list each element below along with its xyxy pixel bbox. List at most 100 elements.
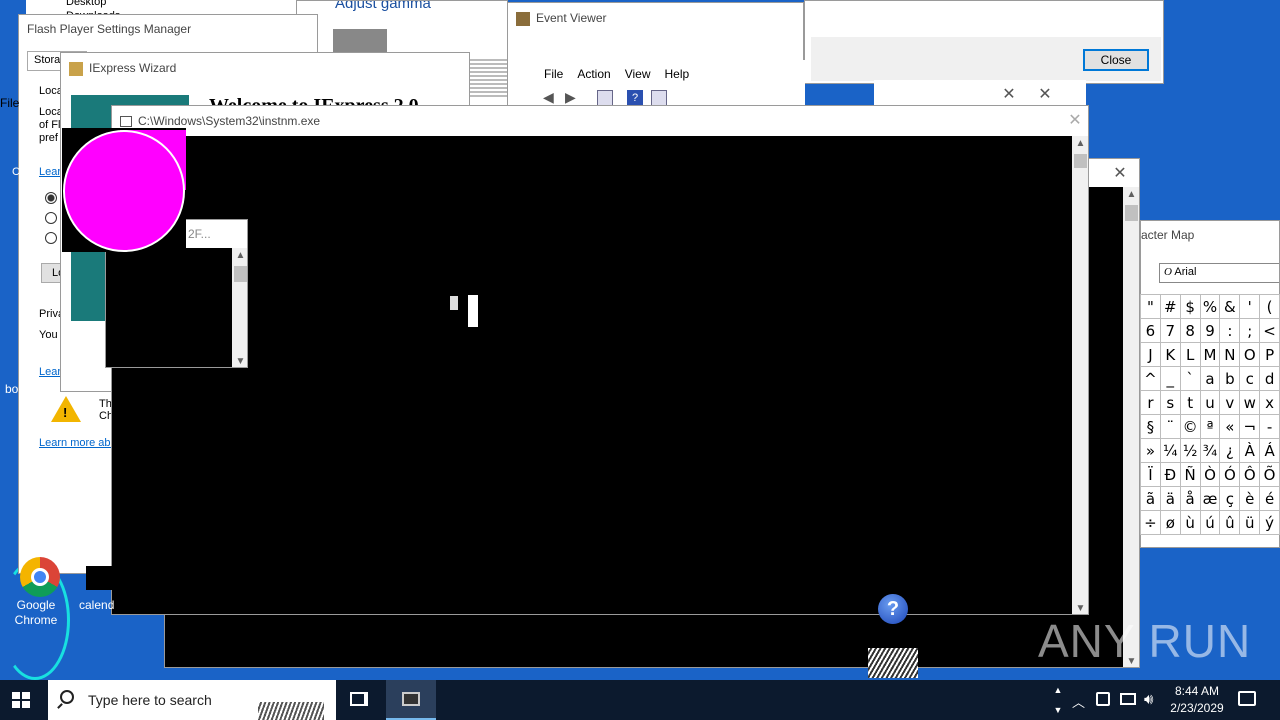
close-icon[interactable]: ✕ <box>1105 159 1135 189</box>
start-windows-icon[interactable] <box>12 692 30 708</box>
char-cell[interactable]: # <box>1159 294 1181 319</box>
console-tree-icon[interactable] <box>597 90 613 106</box>
char-cell[interactable]: Ï <box>1140 462 1161 487</box>
task-view-icon[interactable] <box>350 692 368 706</box>
taskbar-app-active[interactable] <box>386 680 436 720</box>
char-cell[interactable]: û <box>1219 510 1241 535</box>
char-cell[interactable]: ú <box>1199 510 1221 535</box>
char-cell[interactable]: ¾ <box>1199 438 1221 463</box>
char-cell[interactable]: è <box>1239 486 1261 511</box>
learn-more-link[interactable]: Learn more abo <box>39 437 117 449</box>
char-cell[interactable]: å <box>1179 486 1201 511</box>
char-cell[interactable]: " <box>1140 294 1161 319</box>
scroll-thumb[interactable] <box>1125 205 1138 221</box>
char-cell[interactable]: $ <box>1179 294 1201 319</box>
char-cell[interactable]: : <box>1219 318 1241 343</box>
background-console-scrollbar[interactable]: ▲ ▼ <box>1123 187 1139 667</box>
instnm-scrollbar[interactable]: ▲ ▼ <box>1072 136 1088 614</box>
taskbar-scroll[interactable]: ▲ ▼ <box>1050 680 1066 720</box>
char-cell[interactable]: ¨ <box>1159 414 1181 439</box>
char-cell[interactable]: ½ <box>1179 438 1201 463</box>
char-cell[interactable]: é <box>1259 486 1280 511</box>
char-cell[interactable]: ç <box>1219 486 1241 511</box>
char-cell[interactable]: 6 <box>1140 318 1161 343</box>
char-cell[interactable]: u <box>1199 390 1221 415</box>
char-cell[interactable]: « <box>1219 414 1241 439</box>
char-cell[interactable]: J <box>1140 342 1161 367</box>
clock-date[interactable]: 2/23/2029 <box>1164 701 1230 715</box>
char-cell[interactable]: x <box>1259 390 1280 415</box>
char-cell[interactable]: _ <box>1159 366 1181 391</box>
char-cell[interactable]: » <box>1140 438 1161 463</box>
menu-file[interactable]: File <box>537 64 570 84</box>
properties-icon[interactable] <box>651 90 667 106</box>
scroll-up-icon[interactable]: ▲ <box>1123 189 1139 200</box>
char-cell[interactable]: v <box>1219 390 1241 415</box>
char-cell[interactable]: b <box>1219 366 1241 391</box>
char-cell[interactable]: 7 <box>1159 318 1181 343</box>
radio[interactable] <box>45 232 57 244</box>
char-cell[interactable]: P <box>1259 342 1280 367</box>
chevron-up-icon[interactable]: ︿ <box>1072 692 1085 711</box>
char-cell[interactable]: t <box>1179 390 1201 415</box>
help-icon[interactable]: ? <box>627 90 643 106</box>
char-cell[interactable]: ü <box>1239 510 1261 535</box>
char-cell[interactable]: ø <box>1159 510 1181 535</box>
radio-selected[interactable] <box>45 192 57 204</box>
char-cell[interactable]: ( <box>1259 294 1280 319</box>
desktop-icon-label[interactable]: Google Chrome <box>10 598 62 628</box>
char-cell[interactable]: M <box>1199 342 1221 367</box>
scroll-up-icon[interactable]: ▲ <box>232 250 247 261</box>
char-cell[interactable]: c <box>1239 366 1261 391</box>
char-cell[interactable]: Ñ <box>1179 462 1201 487</box>
char-cell[interactable]: Ð <box>1159 462 1181 487</box>
char-cell[interactable]: 9 <box>1199 318 1221 343</box>
char-cell[interactable]: Ó <box>1219 462 1241 487</box>
volume-icon[interactable]: 🔊︎ <box>1144 690 1153 708</box>
close-icon[interactable]: ✕ <box>1060 106 1088 136</box>
scroll-thumb[interactable] <box>234 266 247 282</box>
calendar-icon[interactable] <box>86 566 112 590</box>
char-cell[interactable]: s <box>1159 390 1181 415</box>
char-cell[interactable]: N <box>1219 342 1241 367</box>
char-cell[interactable]: - <box>1259 414 1280 439</box>
explorer-item[interactable]: Desktop <box>66 0 106 8</box>
char-cell[interactable]: æ <box>1199 486 1221 511</box>
desktop-icon-label[interactable]: calend <box>79 598 114 612</box>
close-button[interactable]: Close <box>1083 49 1149 71</box>
char-cell[interactable]: ù <box>1179 510 1201 535</box>
char-cell[interactable]: ^ <box>1140 366 1161 391</box>
clock-time[interactable]: 8:44 AM <box>1168 684 1226 698</box>
scroll-thumb[interactable] <box>1074 154 1087 168</box>
back-arrow-icon[interactable]: ◀ <box>543 90 559 104</box>
char-cell[interactable]: ÷ <box>1140 510 1161 535</box>
char-cell[interactable]: a <box>1199 366 1221 391</box>
char-cell[interactable]: Õ <box>1259 462 1280 487</box>
char-cell[interactable]: ã <box>1140 486 1161 511</box>
forward-arrow-icon[interactable]: ▶ <box>565 90 581 104</box>
scroll-up-icon[interactable]: ▲ <box>1072 138 1088 149</box>
char-cell[interactable]: Ô <box>1239 462 1261 487</box>
char-cell[interactable]: ' <box>1239 294 1261 319</box>
scroll-down-icon[interactable]: ▼ <box>1072 603 1088 614</box>
char-cell[interactable]: % <box>1199 294 1221 319</box>
menu-help[interactable]: Help <box>658 64 697 84</box>
char-cell[interactable]: © <box>1179 414 1201 439</box>
menu-action[interactable]: Action <box>570 64 617 84</box>
network-icon[interactable] <box>1096 692 1110 706</box>
char-cell[interactable]: d <box>1259 366 1280 391</box>
help-balloon-icon[interactable]: ? <box>878 594 908 624</box>
char-cell[interactable]: ª <box>1199 414 1221 439</box>
monitor-icon[interactable] <box>1120 693 1136 705</box>
char-cell[interactable]: ` <box>1179 366 1201 391</box>
char-cell[interactable]: ¿ <box>1219 438 1241 463</box>
char-cell[interactable]: & <box>1219 294 1241 319</box>
char-cell[interactable]: ; <box>1239 318 1261 343</box>
char-cell[interactable]: L <box>1179 342 1201 367</box>
search-box[interactable]: Type here to search <box>48 680 336 720</box>
char-cell[interactable]: § <box>1140 414 1161 439</box>
char-cell[interactable]: Á <box>1259 438 1280 463</box>
radio[interactable] <box>45 212 57 224</box>
char-cell[interactable]: O <box>1239 342 1261 367</box>
char-cell[interactable]: ¬ <box>1239 414 1261 439</box>
